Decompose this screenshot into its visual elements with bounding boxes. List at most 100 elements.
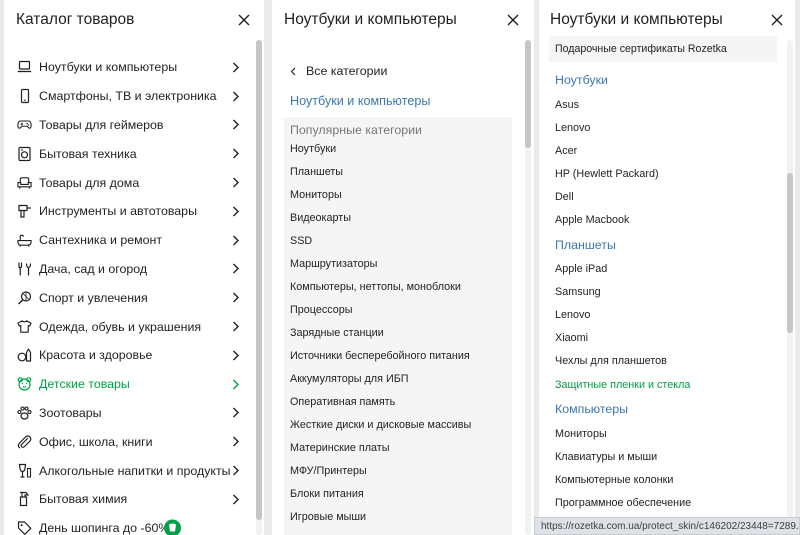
category-label: Ноутбуки и компьютеры [39,60,178,75]
category-item[interactable]: Офис, школа, книги [4,427,254,456]
category-item[interactable]: Бытовая химия [4,485,254,514]
chevron-right-icon [232,493,240,505]
subcategory-close-button[interactable] [503,10,523,30]
popular-category-link[interactable]: Ноутбуки [290,137,471,160]
popular-category-link[interactable]: Материнские платы [290,436,471,459]
group-title-link[interactable]: Компьютеры [555,396,691,422]
sport-icon [17,290,32,305]
category-list: Ноутбуки и компьютеры Смартфоны, ТВ и эле… [4,53,254,535]
group-item-link[interactable]: Xiaomi [555,327,691,350]
chevron-right-icon [232,177,240,189]
category-item[interactable]: Ноутбуки и компьютеры [4,53,254,82]
group-item-link[interactable]: Lenovo [555,116,691,139]
category-item[interactable]: Зоотовары [4,399,254,428]
chevron-right-icon [232,465,240,477]
group-item-link[interactable]: Lenovo [555,304,691,327]
catalog-close-button[interactable] [234,10,254,30]
category-item[interactable]: Бытовая техника [4,139,254,168]
chevron-right-icon [232,90,240,102]
popular-category-link[interactable]: Компьютеры, неттопы, моноблоки [290,275,471,298]
popular-category-link[interactable]: Источники бесперебойного питания [290,344,471,367]
popular-category-link[interactable]: Аккумуляторы для ИБП [290,367,471,390]
popular-category-link[interactable]: Блоки питания [290,482,471,505]
chevron-right-icon [232,148,240,160]
popular-list: Ноутбуки Планшеты Мониторы Видеокарты SSD Мар… [290,137,471,528]
brands-close-button[interactable] [767,10,787,30]
popular-category-link[interactable]: Мониторы [290,183,471,206]
group-item-link[interactable]: HP (Hewlett Packard) [555,162,691,185]
cosmetics-icon [17,348,32,363]
bathtub-icon [17,233,32,248]
group-title-link[interactable]: Планшеты [555,232,691,258]
brands-list: Ноутбуки Asus Lenovo Acer HP (Hewlett Packar… [555,67,691,515]
group-item-link[interactable]: Компьютерные колонки [555,468,691,491]
subcategory-title: Ноутбуки и компьютеры [284,11,457,28]
group-item-link[interactable]: Чехлы для планшетов [555,350,691,373]
brands-scrollbar-thumb[interactable] [787,173,793,333]
popular-category-link[interactable]: Планшеты [290,160,471,183]
chevron-right-icon [232,61,240,73]
chevron-right-icon [232,263,240,275]
category-item[interactable]: Красота и здоровье [4,341,254,370]
group-item-link[interactable]: Мониторы [555,422,691,445]
gamepad-icon [17,117,32,132]
category-item[interactable]: Спорт и увлечения [4,283,254,312]
wine-glass-icon [17,463,32,478]
category-item[interactable]: Товары для геймеров [4,111,254,140]
category-item[interactable]: Смартфоны, ТВ и электроника [4,82,254,111]
popular-category-link[interactable]: Оперативная память [290,390,471,413]
popular-category-link[interactable]: Процессоры [290,298,471,321]
category-label: Товары для дома [39,175,140,190]
popular-category-link[interactable]: Видеокарты [290,206,471,229]
group-item-link[interactable]: Asus [555,93,691,116]
category-item[interactable]: Товары для дома [4,168,254,197]
status-bar-url: https://rozetka.com.ua/protect_skin/c146… [534,517,800,535]
catalog-scrollbar-thumb[interactable] [256,40,262,520]
category-label: Бытовая химия [39,492,128,507]
armchair-icon [17,175,32,190]
popular-category-link[interactable]: Зарядные станции [290,321,471,344]
group-item-link[interactable]: Программное обеспечение [555,491,691,514]
subcategory-scrollbar-thumb[interactable] [525,40,531,148]
category-item[interactable]: Детские товары [4,370,254,399]
brands-panel: Ноутбуки и компьютеры Подарочные сертифи… [539,0,795,535]
category-item[interactable]: Дача, сад и огород [4,255,254,284]
category-label: Спорт и увлечения [39,290,148,305]
catalog-scrollbar[interactable] [256,40,262,535]
category-item[interactable]: Сантехника и ремонт [4,226,254,255]
popular-category-link[interactable]: Маршрутизаторы [290,252,471,275]
group-item-link[interactable]: Acer [555,139,691,162]
popular-category-link[interactable]: Игровые мыши [290,505,471,528]
gift-certificates-item[interactable]: Подарочные сертификаты Rozetka [549,36,777,62]
chevron-right-icon [232,292,240,304]
brands-scrollbar[interactable] [787,40,793,535]
paw-icon [17,405,32,420]
laptop-icon [17,60,32,75]
back-to-all-categories[interactable]: Все категории [290,64,387,78]
teddy-bear-icon [17,377,32,392]
category-item[interactable]: Инструменты и автотовары [4,197,254,226]
group-item-link[interactable]: Samsung [555,281,691,304]
section-link-laptops-computers[interactable]: Ноутбуки и компьютеры [290,94,430,108]
subcategory-scrollbar[interactable] [525,40,531,535]
popular-category-link[interactable]: SSD [290,229,471,252]
group-item-link[interactable]: Защитные пленки и стекла [555,373,691,396]
group-title-link[interactable]: Ноутбуки [555,67,691,93]
group-item-link[interactable]: Клавиатуры и мыши [555,445,691,468]
category-item[interactable]: День шопинга до -60% [4,514,254,535]
popular-category-link[interactable]: Жесткие диски и дисковые массивы [290,413,471,436]
chevron-right-icon [232,407,240,419]
category-label: Зоотовары [39,405,102,420]
group-item-link[interactable]: Apple Macbook [555,208,691,231]
group-item-link[interactable]: Dell [555,185,691,208]
group-item-link[interactable]: Apple iPad [555,258,691,281]
chevron-right-icon [232,119,240,131]
popular-category-link[interactable]: МФУ/Принтеры [290,459,471,482]
category-item[interactable]: Алкогольные напитки и продукты [4,456,254,485]
paperclip-icon [17,434,32,449]
category-label: Инструменты и автотовары [39,204,197,219]
gift-certificates-label: Подарочные сертификаты Rozetka [555,43,727,55]
category-label: Дача, сад и огород [39,261,148,276]
popular-categories-title: Популярные категории [290,123,422,137]
category-item[interactable]: Одежда, обувь и украшения [4,312,254,341]
